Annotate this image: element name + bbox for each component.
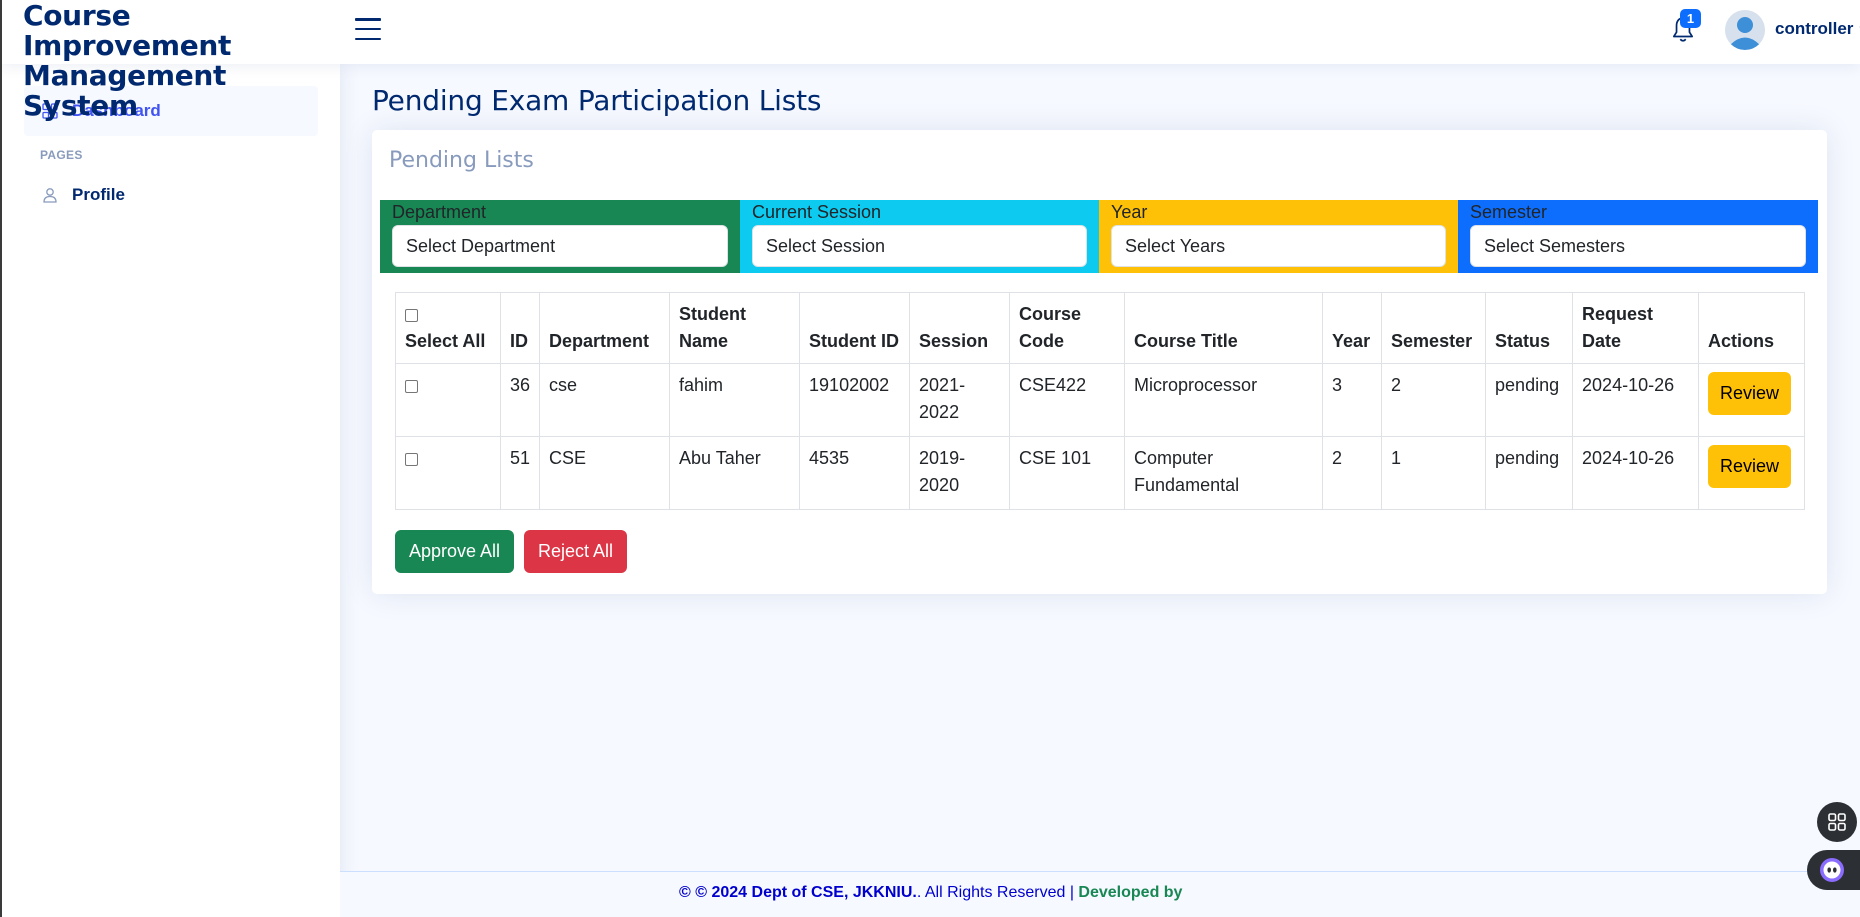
review-button[interactable]: Review <box>1708 445 1792 488</box>
filter-label: Year <box>1111 202 1148 222</box>
col-department: Department <box>539 292 671 364</box>
brand-logo-text[interactable]: Course Improvement Management System <box>23 1 333 121</box>
cell-course-code: CSE422 <box>1009 363 1126 437</box>
user-avatar[interactable] <box>1725 10 1765 50</box>
col-student-name: Student Name <box>669 292 801 364</box>
col-semester: Semester <box>1381 292 1487 364</box>
person-icon <box>43 188 57 203</box>
card-title: Pending Lists <box>389 148 534 173</box>
user-name-label: controller <box>1775 19 1854 38</box>
notification-badge: 1 <box>1680 9 1701 28</box>
col-year: Year <box>1322 292 1383 364</box>
cell-session: 2021-2022 <box>909 363 1011 437</box>
apps-grid-icon[interactable] <box>1817 802 1857 842</box>
cell-course-title: Computer Fundamental <box>1124 436 1324 510</box>
col-course-code: Course Code <box>1009 292 1126 364</box>
cell-student-id: 19102002 <box>799 363 911 437</box>
page-title: Pending Exam Participation Lists <box>372 84 822 117</box>
col-actions: Actions <box>1698 292 1805 364</box>
window-edge <box>0 0 2 917</box>
col-request-date: Request Date <box>1572 292 1700 364</box>
cell-request-date: 2024-10-26 <box>1572 436 1700 510</box>
filter-label: Department <box>392 202 487 222</box>
cell-semester: 2 <box>1381 363 1487 437</box>
cell-student-name: Abu Taher <box>669 436 801 510</box>
cell-department: CSE <box>539 436 671 510</box>
year-select[interactable]: Select Years <box>1111 225 1446 267</box>
row-select-cell <box>395 363 501 437</box>
pending-table: Select All ID Department Student Name St… <box>395 292 1805 510</box>
cell-semester: 1 <box>1381 436 1487 510</box>
cell-actions: Review <box>1698 363 1805 437</box>
cell-session: 2019-2020 <box>909 436 1011 510</box>
footer-copyright: © © 2024 Dept of CSE, JKKNIU.. All Right… <box>679 884 1079 901</box>
cell-course-code: CSE 101 <box>1009 436 1126 510</box>
table-header-row: Select All ID Department Student Name St… <box>395 292 1805 364</box>
menu-toggle-icon[interactable] <box>355 18 381 40</box>
brand-line-2: Management System <box>23 59 227 122</box>
brand-line-1: Course Improvement <box>23 0 232 62</box>
cell-id: 36 <box>499 363 541 437</box>
footer-text: © © 2024 Dept of CSE, JKKNIU.. All Right… <box>679 884 1182 902</box>
footer: © © 2024 Dept of CSE, JKKNIU.. All Right… <box>340 871 1860 917</box>
cell-student-name: fahim <box>669 363 801 437</box>
filter-year: Year Select Years <box>1099 200 1458 273</box>
sidebar-item-label: Profile <box>72 185 125 204</box>
sidebar-heading-pages: PAGES <box>40 148 83 162</box>
cell-actions: Review <box>1698 436 1805 510</box>
cell-department: cse <box>539 363 671 437</box>
table-row: 51 CSE Abu Taher 4535 2019-2020 CSE 101 … <box>395 436 1805 510</box>
col-status: Status <box>1485 292 1574 364</box>
semester-select[interactable]: Select Semesters <box>1470 225 1806 267</box>
col-course-title: Course Title <box>1124 292 1324 364</box>
cell-request-date: 2024-10-26 <box>1572 363 1700 437</box>
user-menu-dropdown[interactable]: controller▼ <box>1775 19 1860 39</box>
cell-course-title: Microprocessor <box>1124 363 1324 437</box>
sidebar-item-profile[interactable]: Profile <box>24 170 318 220</box>
department-select[interactable]: Select Department <box>392 225 728 267</box>
filter-semester: Semester Select Semesters <box>1458 200 1818 273</box>
table-row: 36 cse fahim 19102002 2021-2022 CSE422 M… <box>395 363 1805 437</box>
select-all-checkbox[interactable] <box>405 308 418 322</box>
row-select-cell <box>395 436 501 510</box>
col-label: Select All <box>405 331 486 351</box>
filter-session: Current Session Select Session <box>740 200 1099 273</box>
filter-label: Current Session <box>752 202 882 222</box>
col-student-id: Student ID <box>799 292 911 364</box>
col-session: Session <box>909 292 1011 364</box>
cell-status: pending <box>1485 363 1574 437</box>
col-select-all: Select All <box>395 292 501 364</box>
cell-student-id: 4535 <box>799 436 911 510</box>
cell-status: pending <box>1485 436 1574 510</box>
session-select[interactable]: Select Session <box>752 225 1087 267</box>
top-header: Course Improvement Management System 1 c… <box>0 0 1860 121</box>
row-checkbox[interactable] <box>405 452 418 466</box>
row-checkbox[interactable] <box>405 379 418 393</box>
approve-all-button[interactable]: Approve All <box>395 530 515 573</box>
sidebar: Dashboard PAGES Profile <box>2 64 340 917</box>
cell-id: 51 <box>499 436 541 510</box>
cell-year: 3 <box>1322 363 1383 437</box>
filter-department: Department Select Department <box>380 200 740 273</box>
review-button[interactable]: Review <box>1708 372 1792 415</box>
reject-all-button[interactable]: Reject All <box>524 530 628 573</box>
filter-label: Semester <box>1470 202 1548 222</box>
pending-lists-card: Pending Lists Department Select Departme… <box>372 130 1827 594</box>
cell-year: 2 <box>1322 436 1383 510</box>
footer-developed-by[interactable]: Developed by <box>1078 884 1182 901</box>
col-id: ID <box>499 292 541 364</box>
assistant-bot-icon[interactable] <box>1807 850 1860 890</box>
